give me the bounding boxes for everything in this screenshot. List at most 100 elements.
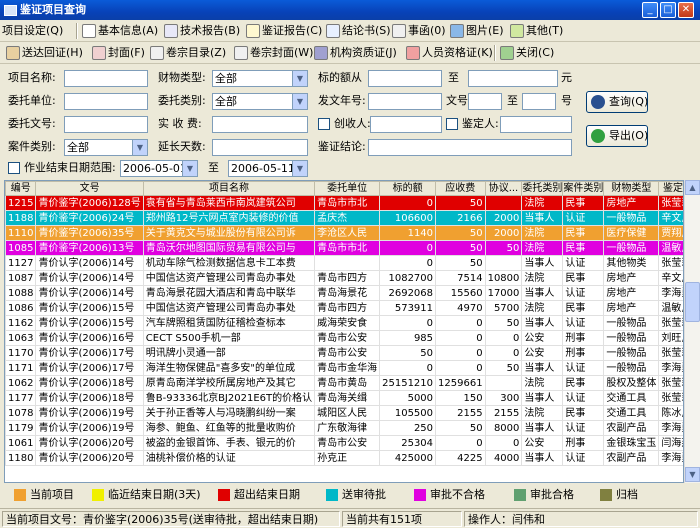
table-row[interactable]: 1180 青价认字(2006)20号 油桃补偿价格的认证 孙克正 425000 4225 4… xyxy=(5,450,683,466)
date-from-picker[interactable]: 2006-05-01 ▼ xyxy=(120,160,198,177)
deadline-checkbox[interactable] xyxy=(8,162,20,174)
table-row[interactable]: 1171 青价认字(2006)17号 海洋生物保健品"喜多安"的单位成 青岛市金华海 0… xyxy=(5,360,683,376)
appraisal-report-button[interactable]: 鉴证报告(C) xyxy=(246,22,322,40)
close-button[interactable]: ✕ xyxy=(678,2,694,18)
received-fee-input[interactable] xyxy=(212,116,308,133)
table-cell: CECT S500手机一部 xyxy=(142,330,316,346)
column-header[interactable]: 项目名称 xyxy=(142,181,316,196)
vertical-scrollbar[interactable]: ▲ ▼ xyxy=(684,180,700,483)
column-header[interactable]: 编号 xyxy=(5,181,37,196)
table-cell: 法院 xyxy=(521,300,564,316)
table-cell: 0 xyxy=(484,435,523,451)
table-cell: 青价认字(2006)15号 xyxy=(35,315,144,331)
column-header[interactable]: 标的额 xyxy=(379,181,437,196)
table-cell: 孙克正 xyxy=(314,450,381,466)
column-header[interactable]: 委托单位 xyxy=(314,181,381,196)
table-cell: 农副产品 xyxy=(603,420,660,436)
doc-year-input[interactable] xyxy=(368,93,442,110)
file-index-button[interactable]: 卷宗目录(Z) xyxy=(150,44,226,62)
table-row[interactable]: 1179 青价认字(2006)19号 海参、鲍鱼、红鱼等的批量收购价 广东敬海律 250… xyxy=(5,420,683,436)
table-row[interactable]: 1170 青价认字(2006)17号 明讯牌小灵通一部 青岛市公安 50 0 0 公安 刑事 一般… xyxy=(5,345,683,361)
maximize-button[interactable]: □ xyxy=(660,2,676,18)
table-cell: 青岛市四方 xyxy=(314,270,381,286)
project-name-input[interactable] xyxy=(64,70,148,87)
tech-report-button[interactable]: 技术报告(B) xyxy=(164,22,240,40)
query-button[interactable]: 查询(Q) xyxy=(586,91,648,113)
column-header[interactable]: 委托类别 xyxy=(521,181,564,196)
conclusion-filter-input[interactable] xyxy=(368,139,572,156)
payee-checkbox[interactable] xyxy=(318,118,330,130)
table-row[interactable]: 1215 青价鉴字(2006)128号 袁有省与青岛莱西市南岚建筑公司 青岛市市北 0 5… xyxy=(5,195,683,211)
results-table[interactable]: 编号文号项目名称委托单位标的额应收费协议...委托类别案件类别财物类型鉴定人 1… xyxy=(4,180,684,483)
client-doc-input[interactable] xyxy=(64,116,148,133)
minimize-button[interactable]: _ xyxy=(642,2,658,18)
table-row[interactable]: 1062 青价认字(2006)18号 原青岛南洋学校所属房地产及其它 青岛市黄岛 251… xyxy=(5,375,683,391)
doc-no-from-input[interactable] xyxy=(468,93,502,110)
column-header[interactable]: 财物类型 xyxy=(603,181,660,196)
letter-button[interactable]: 事函(0) xyxy=(392,22,446,40)
table-row[interactable]: 1188 青价鉴字(2006)24号 郑州路12号六网点室内装修的价值 孟庆杰 1066… xyxy=(5,210,683,226)
picture-button[interactable]: 图片(E) xyxy=(450,22,504,40)
table-row[interactable]: 1078 青价认字(2006)19号 关于孙正香等人与冯晓鹏纠纷一案 城阳区人民 105… xyxy=(5,405,683,421)
close-doc-button[interactable]: 关闭(C) xyxy=(500,44,554,62)
table-cell: 李海勇 xyxy=(658,285,683,301)
table-cell: 1162 xyxy=(5,315,37,331)
cover-button[interactable]: 封面(F) xyxy=(92,44,145,62)
amount-label: 标的额从 xyxy=(318,71,362,84)
case-type-select[interactable]: 全部 ▼ xyxy=(64,139,148,156)
table-cell: 明讯牌小灵通一部 xyxy=(142,345,316,361)
query-button-label: 查询(Q) xyxy=(609,95,649,108)
conclusion-button[interactable]: 结论书(S) xyxy=(326,22,391,40)
table-row[interactable]: 1177 青价认字(2006)18号 鲁B-93336北京BJ2021E6T的价格认… xyxy=(5,390,683,406)
table-row[interactable]: 1088 青价认字(2006)14号 青岛海景花园大酒店和青岛中联华 青岛海景花 269… xyxy=(5,285,683,301)
column-header[interactable]: 案件类别 xyxy=(562,181,605,196)
table-row[interactable]: 1162 青价认字(2006)15号 汽车牌照租赁国防征稽检查标本 威海荣安食 0 0 50… xyxy=(5,315,683,331)
amount-from-input[interactable] xyxy=(368,70,442,87)
client-type-select[interactable]: 全部 ▼ xyxy=(212,93,308,110)
extend-days-input[interactable] xyxy=(212,139,308,156)
doc-no-unit-label: 号 xyxy=(561,94,572,107)
other-button[interactable]: 其他(T) xyxy=(510,22,563,40)
staff-cert-button[interactable]: 人员资格证(K) xyxy=(406,44,493,62)
file-index-icon xyxy=(150,46,164,60)
column-header[interactable]: 文号 xyxy=(35,181,144,196)
table-cell: 认证 xyxy=(562,420,605,436)
agency-cert-button[interactable]: 机构资质证(J) xyxy=(314,44,397,62)
appraiser-checkbox[interactable] xyxy=(446,118,458,130)
column-header[interactable]: 鉴定人 xyxy=(658,181,683,196)
table-row[interactable]: 1110 青价鉴字(2006)35号 关于黄克文与城业股份有限公司诉 李沧区人民 114… xyxy=(5,225,683,241)
table-cell: 张莹莉 xyxy=(658,255,683,271)
table-cell: 认证 xyxy=(562,360,605,376)
scroll-thumb[interactable] xyxy=(685,282,700,322)
export-arrow-icon xyxy=(591,129,605,143)
appraiser-input[interactable] xyxy=(500,116,572,133)
table-cell: 金银珠宝玉 xyxy=(603,435,660,451)
basic-info-button[interactable]: 基本信息(A) xyxy=(82,22,158,40)
chevron-down-icon: ▼ xyxy=(182,161,197,176)
table-row[interactable]: 1086 青价认字(2006)15号 中国信达资产管理公司青岛办事处 青岛市四方 573… xyxy=(5,300,683,316)
payee-input[interactable] xyxy=(370,116,442,133)
amount-to-input[interactable] xyxy=(468,70,558,87)
table-cell: 青岛沃尔地图国际贸易有限公司与 xyxy=(142,240,316,256)
receipt-button[interactable]: 送达回证(H) xyxy=(6,44,83,62)
project-settings-button[interactable]: 项目设定(Q) xyxy=(2,22,63,40)
table-row[interactable]: 1085 青价鉴字(2006)13号 青岛沃尔地图国际贸易有限公司与 青岛市市北 0 50… xyxy=(5,240,683,256)
file-cover-button[interactable]: 卷宗封面(W) xyxy=(234,44,313,62)
table-cell: 50 xyxy=(484,360,523,376)
column-header[interactable]: 应收费 xyxy=(435,181,486,196)
table-row[interactable]: 1063 青价认字(2006)16号 CECT S500手机一部 青岛市公安 985 0 0… xyxy=(5,330,683,346)
table-cell: 1177 xyxy=(5,390,37,406)
client-unit-input[interactable] xyxy=(64,93,148,110)
scroll-up-icon[interactable]: ▲ xyxy=(685,180,700,195)
doc-no-to-input[interactable] xyxy=(522,93,556,110)
scroll-down-icon[interactable]: ▼ xyxy=(685,467,700,482)
picture-label: 图片(E) xyxy=(466,24,504,37)
date-to-picker[interactable]: 2006-05-11 ▼ xyxy=(228,160,308,177)
table-row[interactable]: 1127 青价认字(2006)14号 机动车除气检测数据信息卡工本费 0 50 当事人 认证… xyxy=(5,255,683,271)
legend-label: 当前项目 xyxy=(30,488,74,501)
column-header[interactable]: 协议... xyxy=(484,181,523,196)
table-row[interactable]: 1061 青价认字(2006)20号 被盗的金银首饰、手表、银元的价 青岛市公安 253… xyxy=(5,435,683,451)
table-row[interactable]: 1087 青价认字(2006)14号 中国信达资产管理公司青岛办事处 青岛市四方 108… xyxy=(5,270,683,286)
export-button[interactable]: 导出(O) xyxy=(586,125,648,147)
property-type-select[interactable]: 全部 ▼ xyxy=(212,70,308,87)
